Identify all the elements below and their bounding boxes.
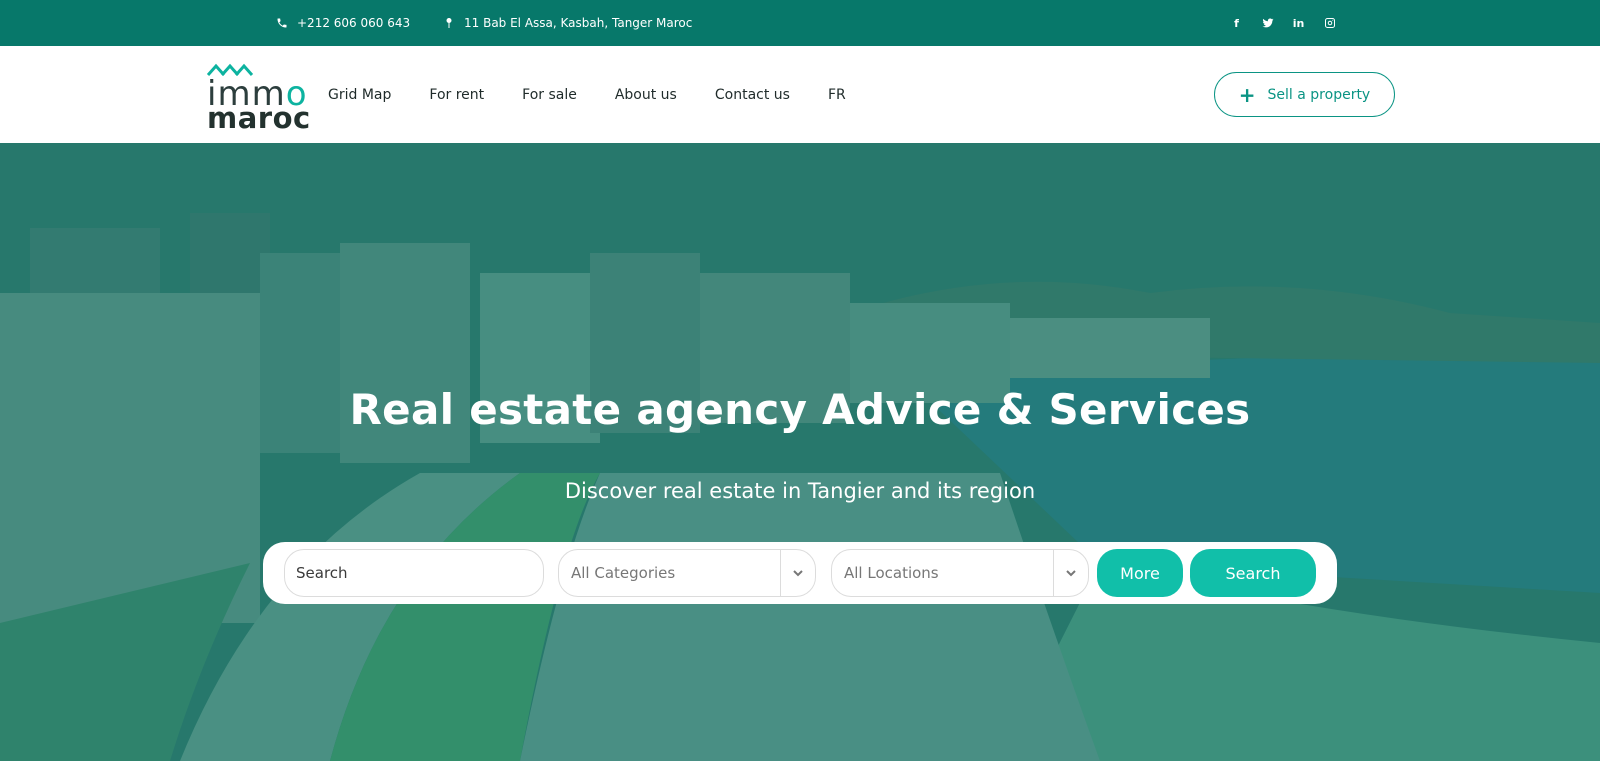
sell-property-label: Sell a property xyxy=(1267,86,1371,103)
search-input[interactable]: Search xyxy=(284,549,544,597)
facebook-icon[interactable]: f xyxy=(1229,16,1244,31)
chevron-down-icon xyxy=(1066,570,1076,577)
nav-for-rent[interactable]: For rent xyxy=(429,87,484,103)
site-logo[interactable]: immo maroc xyxy=(207,60,310,133)
select-divider xyxy=(780,550,781,596)
top-bar: +212 606 060 643 11 Bab El Assa, Kasbah,… xyxy=(0,0,1600,46)
hero-overlay xyxy=(0,143,1600,761)
more-filters-button[interactable]: More xyxy=(1097,549,1183,597)
search-button[interactable]: Search xyxy=(1190,549,1316,597)
phone-contact[interactable]: +212 606 060 643 xyxy=(276,0,410,46)
location-select[interactable]: All Locations xyxy=(831,549,1089,597)
map-pin-icon xyxy=(446,18,452,28)
twitter-icon[interactable] xyxy=(1260,16,1275,31)
property-search-bar: Search All Categories All Locations More… xyxy=(263,542,1337,604)
linkedin-icon[interactable]: in xyxy=(1291,16,1306,31)
social-links: f in xyxy=(1229,0,1337,46)
nav-for-sale[interactable]: For sale xyxy=(522,87,577,103)
nav-contact-us[interactable]: Contact us xyxy=(715,87,790,103)
select-divider xyxy=(1053,550,1054,596)
site-header: immo maroc Grid Map For rent For sale Ab… xyxy=(0,46,1600,143)
phone-number: +212 606 060 643 xyxy=(297,16,411,30)
nav-grid-map[interactable]: Grid Map xyxy=(328,87,391,103)
address-contact: 11 Bab El Assa, Kasbah, Tanger Maroc xyxy=(443,0,692,46)
nav-about-us[interactable]: About us xyxy=(615,87,677,103)
location-select-value: All Locations xyxy=(844,564,939,582)
hero-title: Real estate agency Advice & Services xyxy=(349,385,1251,434)
logo-text-maroc: maroc xyxy=(207,101,311,135)
nav-language-fr[interactable]: FR xyxy=(828,87,846,103)
phone-icon xyxy=(277,18,287,28)
hero-subtitle: Discover real estate in Tangier and its … xyxy=(564,479,1036,503)
plus-icon: + xyxy=(1238,82,1256,107)
main-nav: Grid Map For rent For sale About us Cont… xyxy=(328,46,884,143)
category-select[interactable]: All Categories xyxy=(558,549,816,597)
instagram-icon[interactable] xyxy=(1322,16,1337,31)
sell-property-button[interactable]: + Sell a property xyxy=(1214,72,1395,117)
category-select-value: All Categories xyxy=(571,564,676,582)
search-input-placeholder: Search xyxy=(296,564,348,582)
hero-section: Real estate agency Advice & Services Dis… xyxy=(0,143,1600,761)
chevron-down-icon xyxy=(793,570,803,577)
address-text: 11 Bab El Assa, Kasbah, Tanger Maroc xyxy=(464,16,693,30)
